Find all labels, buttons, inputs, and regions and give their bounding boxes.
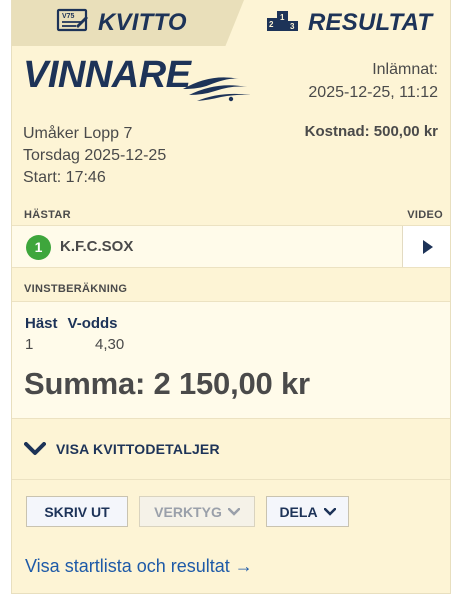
horses-header: HÄSTAR VIDEO [12,203,450,225]
calc-header: VINSTBERÄKNING [12,277,450,299]
receipt-card: V75 KVITTO 1 2 3 RESULTAT VINNARE Inlämn… [11,0,451,594]
horses-title: HÄSTAR [24,209,71,221]
video-play-button[interactable] [402,226,450,267]
svg-text:2: 2 [269,20,274,29]
horse-row: 1 K.F.C.SOX [12,225,450,268]
race-name: Umåker Lopp 7 [23,125,133,142]
horse-number-badge: 1 [26,235,51,260]
svg-text:3: 3 [290,22,295,31]
tab-kvitto-label: KVITTO [98,8,187,36]
tab-resultat-label: RESULTAT [308,8,433,36]
horse-name: K.F.C.SOX [60,238,134,255]
chevron-down-icon [323,507,336,516]
col-odds: V-odds [67,315,118,332]
ticket-icon: V75 [56,7,90,38]
tab-resultat[interactable]: 1 2 3 RESULTAT [226,0,450,46]
row-odds: 4,30 [95,336,125,353]
video-title: VIDEO [407,209,443,221]
submitted-time: 2025-12-25, 11:12 [308,84,438,101]
vinnare-logo: VINNARE [23,54,251,102]
show-details-toggle[interactable]: VISA KVITTODETALJER [24,441,220,457]
chevron-down-icon [24,442,46,455]
brand-text: VINNARE [23,54,191,96]
horse-swoosh-icon [183,77,251,102]
submitted-label: Inlämnat: [372,61,438,78]
tab-bar: V75 KVITTO 1 2 3 RESULTAT [12,0,450,46]
startlist-results-link[interactable]: Visa startlista och resultat → [25,556,253,577]
calc-columns: Häst V-odds [25,315,118,332]
submitted-info: Inlämnat: 2025-12-25, 11:12 [308,58,438,104]
row-horse: 1 [25,336,34,353]
share-label: DELA [279,503,318,520]
print-button[interactable]: SKRIV UT [26,496,128,527]
chevron-down-icon [227,507,240,516]
calc-title: VINSTBERÄKNING [24,283,128,295]
cost: Kostnad: 500,00 kr [304,123,438,140]
print-label: SKRIV UT [44,503,110,520]
tools-button[interactable]: VERKTYG [139,496,255,527]
total-sum: Summa: 2 150,00 kr [24,366,310,401]
race-start: Start: 17:46 [23,169,106,186]
tools-label: VERKTYG [154,503,222,520]
details-section: VISA KVITTODETALJER [12,420,450,480]
col-horse: Häst [25,315,58,332]
svg-text:1: 1 [280,13,285,22]
calc-row: 1 4,30 [25,336,124,353]
calculation-box: Häst V-odds 1 4,30 Summa: 2 150,00 kr [12,301,450,419]
details-label: VISA KVITTODETALJER [56,441,220,457]
race-info: Umåker Lopp 7 Torsdag 2025-12-25 Start: … [23,123,166,189]
race-date: Torsdag 2025-12-25 [23,147,167,164]
play-icon [422,239,433,254]
share-button[interactable]: DELA [266,496,349,527]
svg-text:V75: V75 [62,13,75,20]
tab-kvitto[interactable]: V75 KVITTO [12,0,244,46]
podium-icon: 1 2 3 [266,7,300,38]
